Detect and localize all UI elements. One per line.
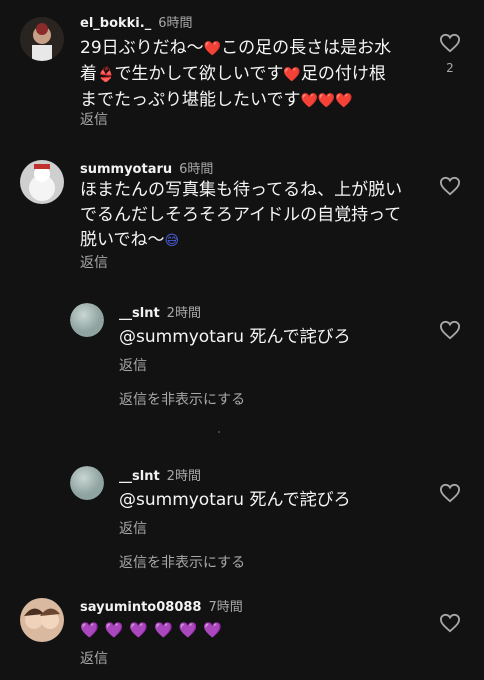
comment-text: 29日ぶりだね〜❤️この足の長さは是お水 着👙で生かして欲しいです❤️足の付け根… [80, 38, 392, 110]
bikini-emoji: 👙 [97, 67, 115, 83]
username[interactable]: __slnt [119, 469, 160, 484]
reply-button[interactable]: 返信 [80, 252, 108, 272]
hide-replies-button[interactable]: 返信を非表示にする [119, 389, 245, 409]
username[interactable]: summyotaru [80, 162, 172, 177]
reply-text: @summyotaru 死んで詫びろ [119, 490, 351, 510]
reply-button[interactable]: 返信 [80, 109, 108, 129]
red-heart-emoji: ❤️ [283, 67, 301, 83]
avatar[interactable] [70, 466, 104, 500]
avatar[interactable] [20, 160, 64, 204]
like-heart-icon[interactable] [439, 320, 461, 340]
purple-heart-emoji: 💜💜💜💜💜💜 [80, 621, 229, 639]
reply-text: @summyotaru 死んで詫びろ [119, 327, 351, 347]
reply-button[interactable]: 返信 [80, 648, 108, 668]
username[interactable]: sayuminto08088 [80, 600, 201, 615]
reply-button[interactable]: 返信 [119, 518, 147, 538]
divider [218, 431, 220, 433]
timestamp: 6時間 [179, 162, 214, 177]
avatar[interactable] [70, 303, 104, 337]
reply-button[interactable]: 返信 [119, 355, 147, 375]
timestamp: 2時間 [166, 306, 201, 321]
like-heart-icon[interactable] [439, 613, 461, 633]
avatar[interactable] [20, 598, 64, 642]
comment-text: ほまたんの写真集も待ってるね、上が脱い でるんだしそろそろアイドルの自覚持って … [80, 180, 403, 250]
timestamp: 7時間 [208, 600, 243, 615]
hide-replies-button[interactable]: 返信を非表示にする [119, 552, 245, 572]
username[interactable]: el_bokki._ [80, 16, 151, 31]
avatar[interactable] [20, 17, 64, 61]
like-count: 2 [446, 61, 454, 75]
sweat-emoji: 😅 [164, 233, 180, 249]
red-heart-emoji: ❤️❤️❤️ [300, 93, 353, 109]
username[interactable]: __slnt [119, 306, 160, 321]
like-heart-icon[interactable] [439, 176, 461, 196]
like-heart-icon[interactable] [439, 483, 461, 503]
timestamp: 6時間 [158, 16, 193, 31]
like-heart-icon[interactable] [439, 33, 461, 53]
timestamp: 2時間 [166, 469, 201, 484]
red-heart-emoji: ❤️ [203, 41, 222, 57]
